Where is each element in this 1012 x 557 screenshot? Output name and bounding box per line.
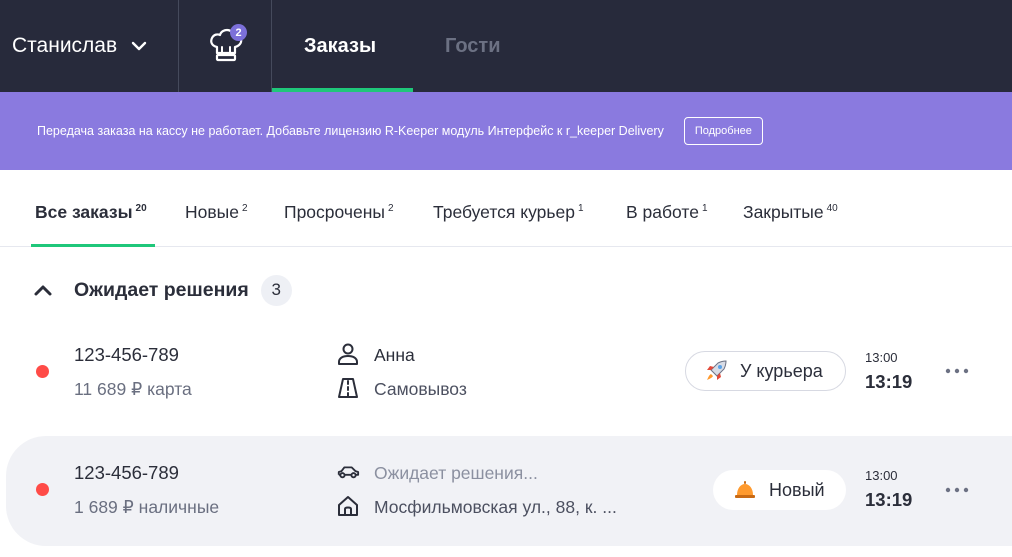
banner-text: Передача заказа на кассу не работает. До… [37, 124, 664, 138]
filter-label: Просрочены [284, 202, 385, 222]
order-row[interactable]: 123-456-789 11 689 ₽ карта Анна Самовыво… [0, 318, 1012, 428]
order-sum: 11 689 ₽ карта [74, 379, 192, 399]
filter-count: 1 [577, 203, 584, 214]
status-button[interactable]: У курьера [685, 351, 846, 391]
order-number: 123-456-789 [74, 462, 179, 483]
license-warning-banner: Передача заказа на кассу не работает. До… [0, 92, 1012, 170]
bell-icon [735, 481, 755, 498]
order-number: 123-456-789 [74, 344, 179, 365]
more-options-icon[interactable] [945, 368, 969, 374]
filter-tab-all[interactable]: Все заказы 20 [35, 202, 147, 223]
status-dot [36, 483, 49, 496]
order-group-header: Ожидает решения 3 [33, 274, 292, 306]
courier-status: Ожидает решения... [374, 463, 538, 483]
group-count-badge: 3 [260, 274, 292, 306]
user-name: Станислав [12, 34, 118, 57]
chevron-up-icon[interactable] [33, 283, 53, 297]
car-icon [337, 466, 360, 479]
order-time-deadline: 13:19 [865, 371, 913, 392]
tab-guests[interactable]: Гости [445, 0, 501, 92]
status-dot [36, 365, 49, 378]
filter-count: 2 [387, 203, 394, 214]
divider [271, 0, 272, 92]
top-navigation-bar: Станислав 2 Заказы Гости [0, 0, 1012, 92]
filter-tab-in-progress[interactable]: В работе 1 [626, 202, 708, 223]
person-icon [338, 343, 358, 365]
filter-tab-closed[interactable]: Закрытые 40 [743, 202, 838, 223]
order-time-deadline: 13:19 [865, 489, 913, 510]
filter-count: 20 [135, 203, 147, 214]
filter-label: Новые [185, 202, 239, 222]
filter-count: 1 [701, 203, 708, 214]
order-sum: 1 689 ₽ наличные [74, 497, 220, 517]
house-icon [338, 496, 358, 516]
filter-tab-new[interactable]: Новые 2 [185, 202, 248, 223]
group-title: Ожидает решения [74, 278, 249, 301]
order-row[interactable]: 123-456-789 1 689 ₽ наличные Ожидает реш… [6, 436, 1012, 546]
more-options-icon[interactable] [945, 487, 969, 493]
order-time-placed: 13:00 [865, 350, 898, 365]
filter-label: В работе [626, 202, 699, 222]
filter-label: Закрытые [743, 202, 824, 222]
filter-tab-overdue[interactable]: Просрочены 2 [284, 202, 394, 223]
customer-name: Анна [374, 345, 415, 365]
chevron-down-icon [131, 41, 147, 51]
order-filter-tabs: Все заказы 20 Новые 2 Просрочены 2 Требуетс… [0, 170, 1012, 247]
filter-count: 2 [241, 203, 248, 214]
user-menu[interactable]: Станислав [12, 0, 147, 92]
road-icon [338, 378, 358, 398]
delivery-address: Мосфильмовская ул., 88, к. ... [374, 497, 617, 517]
delivery-type: Самовывоз [374, 379, 467, 399]
filter-label: Все заказы [35, 202, 133, 222]
filter-label: Требуется курьер [433, 202, 575, 222]
divider [178, 0, 179, 92]
filter-tab-courier-needed[interactable]: Требуется курьер 1 [433, 202, 584, 223]
status-label: У курьера [740, 360, 823, 381]
status-label: Новый [769, 479, 825, 500]
filter-count: 40 [826, 203, 838, 214]
status-button[interactable]: Новый [713, 470, 846, 510]
notification-badge: 2 [230, 24, 247, 41]
more-info-button[interactable]: Подробнее [683, 117, 763, 145]
order-time-placed: 13:00 [865, 468, 898, 483]
active-filter-indicator [31, 244, 155, 247]
rocket-icon [707, 360, 727, 380]
tab-orders[interactable]: Заказы [304, 0, 376, 92]
